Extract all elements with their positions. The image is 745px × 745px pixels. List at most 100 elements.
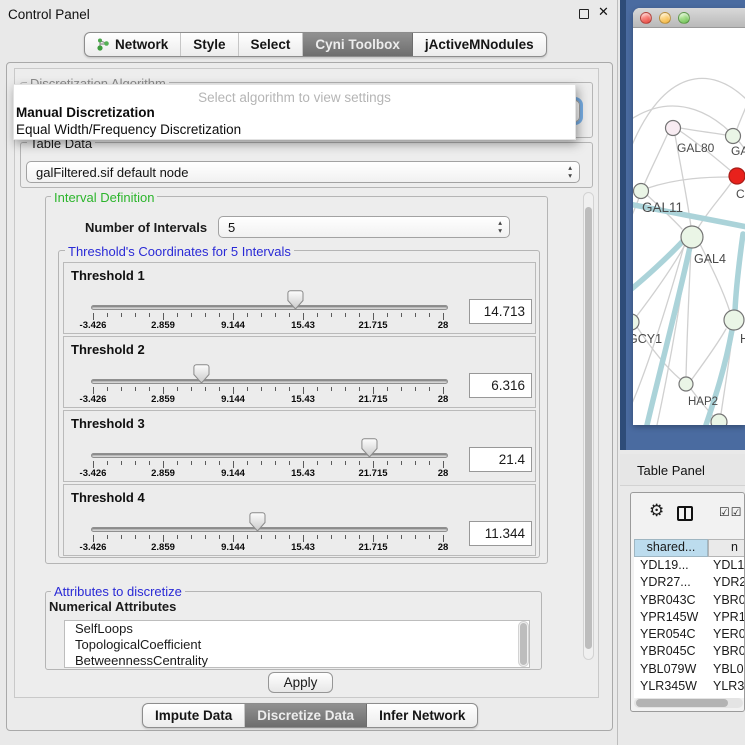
slider-tick [275,387,276,391]
close-traffic-light-icon[interactable] [640,12,652,24]
table-row-2[interactable]: YDR27...YDR2 [634,574,745,591]
zoom-traffic-light-icon[interactable] [678,12,690,24]
panel-scrollbar-thumb[interactable] [585,207,592,649]
attribute-item-3[interactable]: BetweennessCentrality [65,653,529,668]
table-hscrollbar-thumb[interactable] [636,699,728,707]
slider-thumb[interactable] [193,364,210,384]
num-intervals-label: Number of Intervals [85,220,207,235]
slider-tick [415,313,416,317]
slider-track[interactable] [91,379,448,384]
network-canvas[interactable]: GAL80GACGAL11GAL4GCY1HHAP2 [633,28,745,425]
network-edge [644,133,668,185]
slider-tick [163,313,164,320]
table-data-combo[interactable]: galFiltered.sif default node ▴▾ [26,161,580,183]
slider-tick [149,461,150,465]
slider-tick [219,387,220,391]
slider-tick [261,461,262,465]
slider-tick [233,387,234,394]
attributes-list-scrollbar[interactable] [518,621,529,667]
tick-label: 15.43 [291,394,315,405]
table-panel: ⚙ ☑☑ shared... n YDL19...YDL1YDR27...YDR… [630,492,745,712]
network-node-1[interactable] [666,121,681,136]
table-row-5[interactable]: YER054CYER0 [634,626,745,643]
network-node-9[interactable] [711,414,727,425]
num-intervals-combo[interactable]: 5 ▴▾ [218,216,510,238]
slider-track[interactable] [91,527,448,532]
slider-tick [345,461,346,465]
threshold-box-1: Threshold 1-3.4262.8599.14415.4321.71528… [63,262,536,334]
network-window-titlebar[interactable] [633,8,745,28]
tab-network[interactable]: Network [85,33,181,56]
slider-tick [289,461,290,465]
slider-tick [401,535,402,539]
table-row-1[interactable]: YDL19...YDL1 [634,557,745,574]
tab-cyni-toolbox[interactable]: Cyni Toolbox [303,33,413,56]
network-node-3[interactable] [729,168,745,184]
network-node-5[interactable] [681,226,703,248]
float-window-icon[interactable] [579,9,589,19]
slider-tick [149,387,150,391]
slider-tick [345,313,346,317]
minimize-traffic-light-icon[interactable] [659,12,671,24]
slider-tick [107,535,108,539]
slider-tick [93,461,94,468]
tab-label: Select [251,37,291,52]
network-node-4[interactable] [634,184,649,199]
slider-thumb[interactable] [287,290,304,310]
table-row-7[interactable]: YBL079WYBL0 [634,661,745,678]
slider-tick [219,535,220,539]
algorithm-dropdown-popup: Select algorithm to view settings Manual… [13,84,576,140]
panel-scrollbar[interactable] [583,192,594,660]
network-edge [680,128,726,135]
slider-track[interactable] [91,305,448,310]
gear-icon[interactable]: ⚙ [649,501,664,521]
checkboxes-icon[interactable]: ☑☑ [719,505,743,519]
network-node-8[interactable] [679,377,693,391]
threshold-value-field[interactable]: 14.713 [469,299,532,324]
slider-tick [205,535,206,539]
slider-tick [93,313,94,320]
threshold-value-field[interactable]: 11.344 [469,521,532,546]
tab-select[interactable]: Select [239,33,304,56]
node-label-gcy1: GCY1 [633,332,662,346]
threshold-value-field[interactable]: 6.316 [469,373,532,398]
tab-style[interactable]: Style [181,33,238,56]
slider-tick [219,461,220,465]
close-icon[interactable]: ✕ [598,4,609,20]
slider-thumb[interactable] [361,438,378,458]
network-icon [97,37,110,52]
slider-tick [247,535,248,539]
cell-name: YBR0 [713,592,745,609]
tab-infer-network[interactable]: Infer Network [367,704,477,727]
table-hscrollbar[interactable] [634,698,743,708]
tab-discretize-data[interactable]: Discretize Data [245,704,367,727]
apply-button[interactable]: Apply [268,672,333,693]
attribute-item-2[interactable]: TopologicalCoefficient [65,637,529,653]
slider-tick [149,535,150,539]
table-row-6[interactable]: YBR045CYBR0 [634,643,745,660]
attribute-item-1[interactable]: SelfLoops [65,621,529,637]
tab-jactivemnodules[interactable]: jActiveMNodules [413,33,546,56]
slider-thumb[interactable] [249,512,266,532]
threshold-box-4: Threshold 4-3.4262.8599.14415.4321.71528… [63,484,536,556]
tab-impute-data[interactable]: Impute Data [143,704,245,727]
threshold-value-field[interactable]: 21.4 [469,447,532,472]
network-node-7[interactable] [724,310,744,330]
slider-tick [303,387,304,394]
column-header-shared[interactable]: shared... [634,539,708,557]
table-row-3[interactable]: YBR043CYBR0 [634,592,745,609]
tick-label: 15.43 [291,320,315,331]
table-panel-titlebar: Table Panel [620,454,745,486]
tick-label: 15.43 [291,468,315,479]
split-view-icon[interactable] [677,506,693,521]
algorithm-option-1[interactable]: Manual Discretization [16,105,155,120]
cell-shared-name: YBL079W [640,661,696,678]
algorithm-option-2[interactable]: Equal Width/Frequency Discretization [16,122,241,137]
table-row-4[interactable]: YPR145WYPR1 [634,609,745,626]
network-node-2[interactable] [726,129,741,144]
slider-track[interactable] [91,453,448,458]
column-header-name[interactable]: n [708,539,745,557]
slider-tick [303,535,304,542]
table-row-8[interactable]: YLR345WYLR3 [634,678,745,695]
attributes-scrollbar-thumb[interactable] [520,623,527,665]
